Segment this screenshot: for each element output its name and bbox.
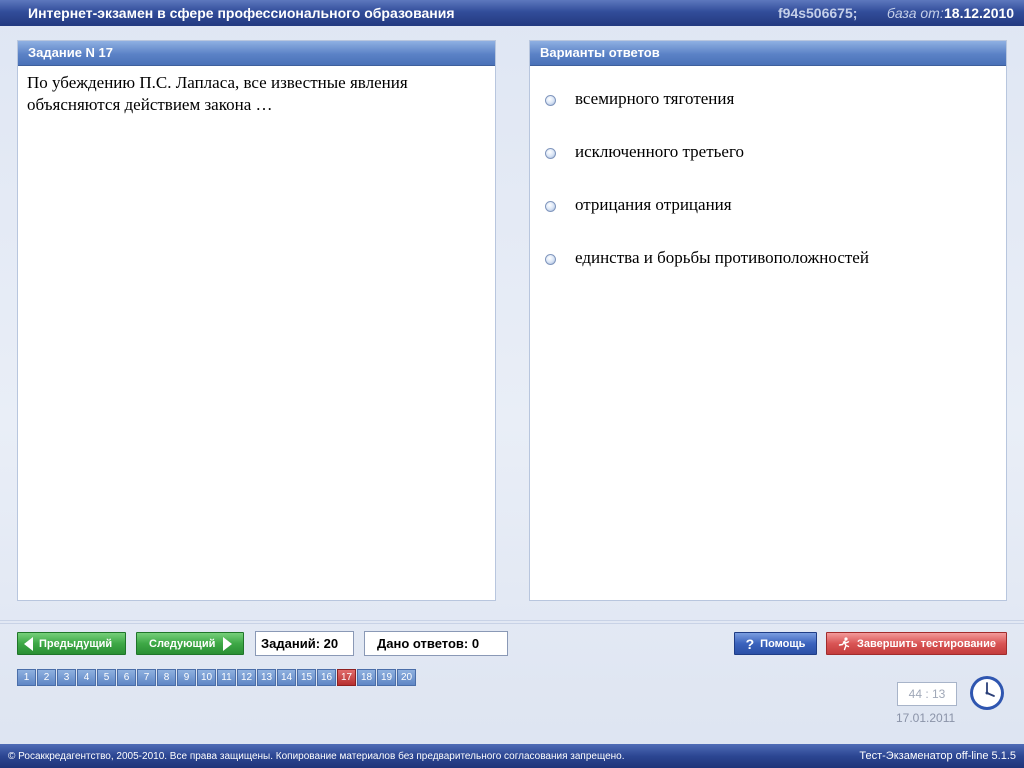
title-bar: Интернет-экзамен в сфере профессионально… (0, 0, 1024, 26)
task-panel: Задание N 17 По убеждению П.С. Лапласа, … (17, 40, 496, 601)
prev-button-label: Предыдущий (39, 637, 113, 650)
answers-counter: Дано ответов: 0 (364, 631, 508, 656)
help-button[interactable]: ? Помощь (734, 632, 817, 655)
radio-button[interactable] (545, 201, 556, 212)
footer-bar: © Росаккредагентство, 2005-2010. Все пра… (0, 744, 1024, 768)
page-button-13[interactable]: 13 (257, 669, 276, 686)
divider (0, 620, 1024, 626)
current-date: 17.01.2011 (896, 711, 956, 725)
page-button-5[interactable]: 5 (97, 669, 116, 686)
app-title: Интернет-экзамен в сфере профессионально… (28, 5, 455, 21)
radio-button[interactable] (545, 148, 556, 159)
page-button-20[interactable]: 20 (397, 669, 416, 686)
version-text: Тест-Экзаменатор off-line 5.1.5 (859, 750, 1016, 762)
page-button-9[interactable]: 9 (177, 669, 196, 686)
answer-label[interactable]: исключенного третьего (575, 142, 744, 162)
base-date-value: 18.12.2010 (944, 5, 1015, 21)
prev-button[interactable]: Предыдущий (17, 632, 126, 655)
arrow-right-icon (223, 636, 233, 651)
answer-label[interactable]: отрицания отрицания (575, 195, 732, 215)
page-button-2[interactable]: 2 (37, 669, 56, 686)
copyright-text: © Росаккредагентство, 2005-2010. Все пра… (8, 751, 625, 762)
user-id: f94s506675; (778, 5, 858, 21)
answer-option-3[interactable]: отрицания отрицания (530, 186, 1006, 239)
task-header: Задание N 17 (18, 41, 495, 66)
answers-panel: Варианты ответов всемирного тяготения ис… (529, 40, 1007, 601)
answer-label[interactable]: единства и борьбы противоположностей (575, 248, 869, 268)
page-button-4[interactable]: 4 (77, 669, 96, 686)
page-button-16[interactable]: 16 (317, 669, 336, 686)
task-pager: 1 2 3 4 5 6 7 8 9 10 11 12 13 14 15 16 17 18 19 20 (17, 669, 417, 686)
radio-button[interactable] (545, 254, 556, 265)
answer-label[interactable]: всемирного тяготения (575, 89, 734, 109)
running-man-icon (838, 636, 850, 650)
next-button[interactable]: Следующий (136, 632, 244, 655)
finish-button-label: Завершить тестирование (857, 637, 996, 650)
answer-list: всемирного тяготения исключенного третье… (530, 66, 1006, 292)
help-button-label: Помощь (760, 637, 806, 650)
answer-option-2[interactable]: исключенного третьего (530, 133, 1006, 186)
answer-option-1[interactable]: всемирного тяготения (530, 80, 1006, 133)
page-button-11[interactable]: 11 (217, 669, 236, 686)
clock-icon (970, 676, 1004, 710)
page-button-14[interactable]: 14 (277, 669, 296, 686)
page-button-3[interactable]: 3 (57, 669, 76, 686)
page-button-8[interactable]: 8 (157, 669, 176, 686)
page-button-1[interactable]: 1 (17, 669, 36, 686)
page-button-19[interactable]: 19 (377, 669, 396, 686)
page-button-10[interactable]: 10 (197, 669, 216, 686)
page-button-7[interactable]: 7 (137, 669, 156, 686)
page-button-12[interactable]: 12 (237, 669, 256, 686)
timer-display: 44 : 13 (897, 682, 957, 706)
page-button-15[interactable]: 15 (297, 669, 316, 686)
page-button-17[interactable]: 17 (337, 669, 356, 686)
question-text: По убеждению П.С. Лапласа, все известные… (27, 73, 408, 114)
base-date-label: база от: (887, 5, 944, 21)
next-button-label: Следующий (149, 637, 216, 650)
answers-header: Варианты ответов (530, 41, 1006, 66)
page-button-18[interactable]: 18 (357, 669, 376, 686)
tasks-counter: Заданий: 20 (255, 631, 354, 656)
question-mark-icon: ? (745, 635, 755, 652)
arrow-left-icon (24, 636, 33, 651)
page-button-6[interactable]: 6 (117, 669, 136, 686)
answer-option-4[interactable]: единства и борьбы противоположностей (530, 239, 1006, 292)
radio-button[interactable] (545, 95, 556, 106)
finish-test-button[interactable]: Завершить тестирование (826, 632, 1007, 655)
